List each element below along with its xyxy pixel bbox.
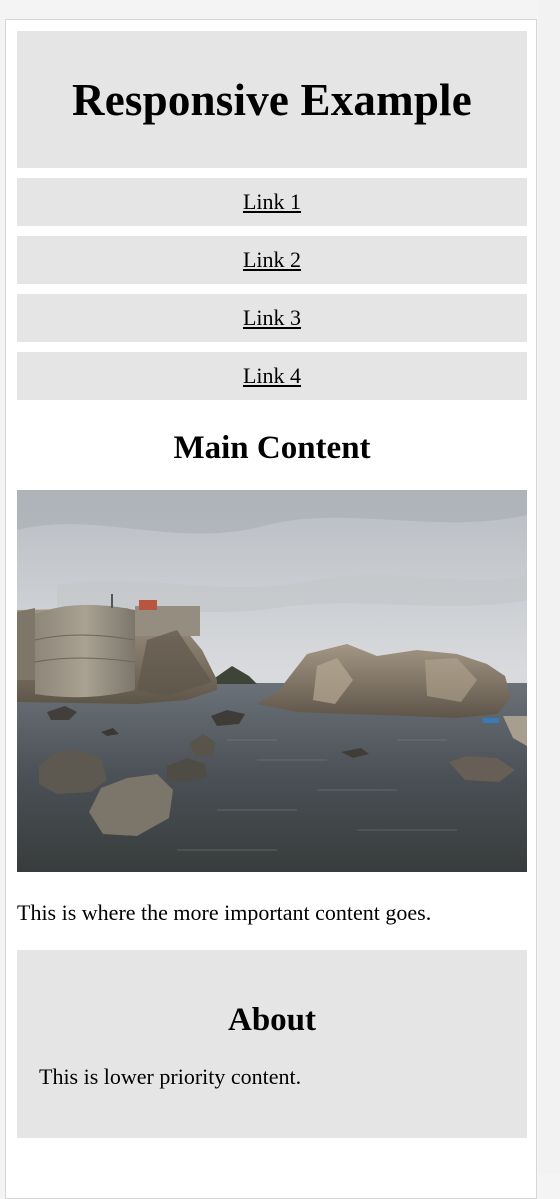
nav-link-1[interactable]: Link 1 (17, 178, 527, 226)
page-header: Responsive Example (17, 31, 527, 168)
nav-link-4[interactable]: Link 4 (17, 352, 527, 400)
page-title: Responsive Example (72, 74, 472, 125)
about-title: About (227, 1002, 317, 1038)
main-content-text: This is where the more important content… (17, 900, 432, 925)
main-content: Main Content This is where the more impo… (17, 400, 527, 928)
main-content-title: Main Content (173, 429, 371, 466)
page: Responsive Example Link 1 Link 2 Link 3 … (17, 31, 527, 1138)
about-section: About This is lower priority content. (17, 950, 527, 1138)
nav-link-3[interactable]: Link 3 (17, 294, 527, 342)
nav-menu: Link 1 Link 2 Link 3 Link 4 (17, 178, 527, 400)
nav-link-2[interactable]: Link 2 (17, 236, 527, 284)
right-gutter (538, 0, 560, 1174)
about-text: This is lower priority content. (39, 1064, 302, 1089)
coastal-fortress-photo (17, 490, 527, 872)
